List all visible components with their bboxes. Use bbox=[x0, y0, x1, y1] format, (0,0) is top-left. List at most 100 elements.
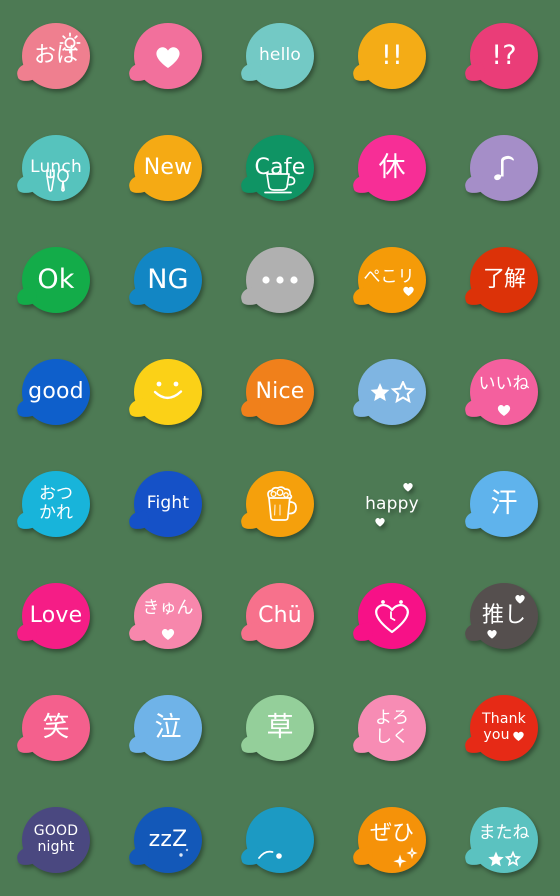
sticker-cell-exclaim2[interactable]: !! bbox=[336, 0, 448, 112]
sticker-label-pekori: ぺこリ bbox=[363, 267, 415, 288]
sticker-cell-plain[interactable] bbox=[224, 784, 336, 896]
sticker-bubble-exclaimq[interactable]: !? bbox=[470, 23, 538, 89]
sticker-cell-fight[interactable]: Fight bbox=[112, 448, 224, 560]
sticker-cell-heart[interactable] bbox=[112, 0, 224, 112]
sticker-bubble-pekori[interactable]: ぺこリ bbox=[358, 247, 426, 313]
sticker-inner-warai: 笑 bbox=[22, 695, 90, 761]
sticker-bubble-iine[interactable]: いいね bbox=[470, 359, 538, 425]
sticker-bubble-zzz[interactable]: zzZ bbox=[134, 807, 202, 873]
sticker-cell-beer[interactable] bbox=[224, 448, 336, 560]
sticker-bubble-smile[interactable] bbox=[134, 359, 202, 425]
sticker-bubble-stars[interactable] bbox=[358, 359, 426, 425]
sticker-cell-good[interactable]: good bbox=[0, 336, 112, 448]
sticker-bubble-love[interactable]: Love bbox=[22, 583, 90, 649]
sticker-label-exclaimq: !? bbox=[491, 39, 517, 71]
sticker-bubble-plain[interactable] bbox=[246, 807, 314, 873]
sticker-bubble-cafe[interactable]: Cafe bbox=[246, 135, 314, 201]
sticker-inner-stars bbox=[358, 359, 426, 425]
sticker-bubble-hello[interactable]: hello bbox=[246, 23, 314, 89]
sticker-inner-lunch: Lunch bbox=[22, 135, 90, 201]
sticker-label-ase: 汗 bbox=[490, 487, 518, 519]
sticker-label-ohayo: おは bbox=[33, 43, 78, 69]
sticker-bubble-ohayo[interactable]: おは bbox=[22, 23, 90, 89]
sticker-inner-smile bbox=[134, 359, 202, 425]
sticker-bubble-ok[interactable]: Ok bbox=[22, 247, 90, 313]
sticker-bubble-music[interactable] bbox=[470, 135, 538, 201]
sticker-bubble-kusa[interactable]: 草 bbox=[246, 695, 314, 761]
sticker-cell-pekori[interactable]: ぺこリ bbox=[336, 224, 448, 336]
sticker-cell-zzz[interactable]: zzZ bbox=[112, 784, 224, 896]
sticker-inner-plain bbox=[246, 807, 314, 873]
sticker-cell-nice[interactable]: Nice bbox=[224, 336, 336, 448]
sticker-cell-goodnight[interactable]: GOOD night bbox=[0, 784, 112, 896]
sticker-bubble-new[interactable]: New bbox=[134, 135, 202, 201]
sticker-inner-dots bbox=[246, 247, 314, 313]
sticker-bubble-warai[interactable]: 笑 bbox=[22, 695, 90, 761]
sticker-cell-zehi[interactable]: ぜひ bbox=[336, 784, 448, 896]
sticker-cell-lunch[interactable]: Lunch bbox=[0, 112, 112, 224]
sticker-inner-hello: hello bbox=[246, 23, 314, 89]
sticker-cell-heartface[interactable] bbox=[336, 560, 448, 672]
sticker-bubble-thankyou[interactable]: Thank you bbox=[470, 695, 538, 761]
sticker-cell-ase[interactable]: 汗 bbox=[448, 448, 560, 560]
smiley-icon bbox=[149, 379, 187, 405]
sticker-bubble-naki[interactable]: 泣 bbox=[134, 695, 202, 761]
sticker-cell-warai[interactable]: 笑 bbox=[0, 672, 112, 784]
sticker-bubble-heartface[interactable] bbox=[358, 583, 426, 649]
sticker-cell-thankyou[interactable]: Thank you bbox=[448, 672, 560, 784]
sticker-cell-otsukare[interactable]: おつ かれ bbox=[0, 448, 112, 560]
sticker-cell-oshi[interactable]: 推し bbox=[448, 560, 560, 672]
sticker-bubble-kyun[interactable]: きゅん bbox=[134, 583, 202, 649]
sticker-inner-thankyou: Thank you bbox=[470, 695, 538, 761]
sticker-label-ryoukai: 了解 bbox=[482, 267, 526, 293]
sticker-cell-hello[interactable]: hello bbox=[224, 0, 336, 112]
sticker-cell-love[interactable]: Love bbox=[0, 560, 112, 672]
sticker-bubble-matane[interactable]: またね bbox=[470, 807, 538, 873]
sticker-cell-dots[interactable] bbox=[224, 224, 336, 336]
sticker-bubble-yoroshiku[interactable]: よろ しく bbox=[358, 695, 426, 761]
sticker-cell-smile[interactable] bbox=[112, 336, 224, 448]
sticker-inner-ok: Ok bbox=[22, 247, 90, 313]
sticker-inner-good: good bbox=[22, 359, 90, 425]
sticker-bubble-lunch[interactable]: Lunch bbox=[22, 135, 90, 201]
sticker-bubble-nice[interactable]: Nice bbox=[246, 359, 314, 425]
sticker-cell-ng[interactable]: NG bbox=[112, 224, 224, 336]
sticker-bubble-heart[interactable] bbox=[134, 23, 202, 89]
sticker-bubble-ase[interactable]: 汗 bbox=[470, 471, 538, 537]
sticker-bubble-zehi[interactable]: ぜひ bbox=[358, 807, 426, 873]
sticker-cell-music[interactable] bbox=[448, 112, 560, 224]
sticker-bubble-kyuu[interactable]: 休 bbox=[358, 135, 426, 201]
sticker-cell-iine[interactable]: いいね bbox=[448, 336, 560, 448]
sticker-cell-new[interactable]: New bbox=[112, 112, 224, 224]
sticker-bubble-good[interactable]: good bbox=[22, 359, 90, 425]
sticker-bubble-ng[interactable]: NG bbox=[134, 247, 202, 313]
sticker-bubble-dots[interactable] bbox=[246, 247, 314, 313]
sticker-inner-chu: Chü bbox=[246, 583, 314, 649]
sticker-cell-naki[interactable]: 泣 bbox=[112, 672, 224, 784]
sticker-bubble-otsukare[interactable]: おつ かれ bbox=[22, 471, 90, 537]
sticker-bubble-exclaim2[interactable]: !! bbox=[358, 23, 426, 89]
sticker-bubble-fight[interactable]: Fight bbox=[134, 471, 202, 537]
sticker-cell-happy[interactable]: happy bbox=[336, 448, 448, 560]
sticker-cell-cafe[interactable]: Cafe bbox=[224, 112, 336, 224]
sticker-bubble-goodnight[interactable]: GOOD night bbox=[22, 807, 90, 873]
sticker-label-exclaim2: !! bbox=[380, 39, 404, 71]
sticker-cell-ok[interactable]: Ok bbox=[0, 224, 112, 336]
sticker-cell-kusa[interactable]: 草 bbox=[224, 672, 336, 784]
sticker-cell-matane[interactable]: またね bbox=[448, 784, 560, 896]
sticker-cell-kyun[interactable]: きゅん bbox=[112, 560, 224, 672]
sticker-cell-kyuu[interactable]: 休 bbox=[336, 112, 448, 224]
sticker-inner-pekori: ぺこリ bbox=[358, 247, 426, 313]
sticker-cell-ohayo[interactable]: おは bbox=[0, 0, 112, 112]
sticker-bubble-happy[interactable]: happy bbox=[358, 471, 426, 537]
sticker-cell-exclaimq[interactable]: !? bbox=[448, 0, 560, 112]
sticker-label-kusa: 草 bbox=[266, 711, 294, 743]
sticker-bubble-chu[interactable]: Chü bbox=[246, 583, 314, 649]
sticker-cell-stars[interactable] bbox=[336, 336, 448, 448]
sticker-cell-yoroshiku[interactable]: よろ しく bbox=[336, 672, 448, 784]
sticker-bubble-oshi[interactable]: 推し bbox=[470, 583, 538, 649]
sticker-cell-chu[interactable]: Chü bbox=[224, 560, 336, 672]
sticker-bubble-ryoukai[interactable]: 了解 bbox=[470, 247, 538, 313]
sticker-cell-ryoukai[interactable]: 了解 bbox=[448, 224, 560, 336]
sticker-bubble-beer[interactable] bbox=[246, 471, 314, 537]
